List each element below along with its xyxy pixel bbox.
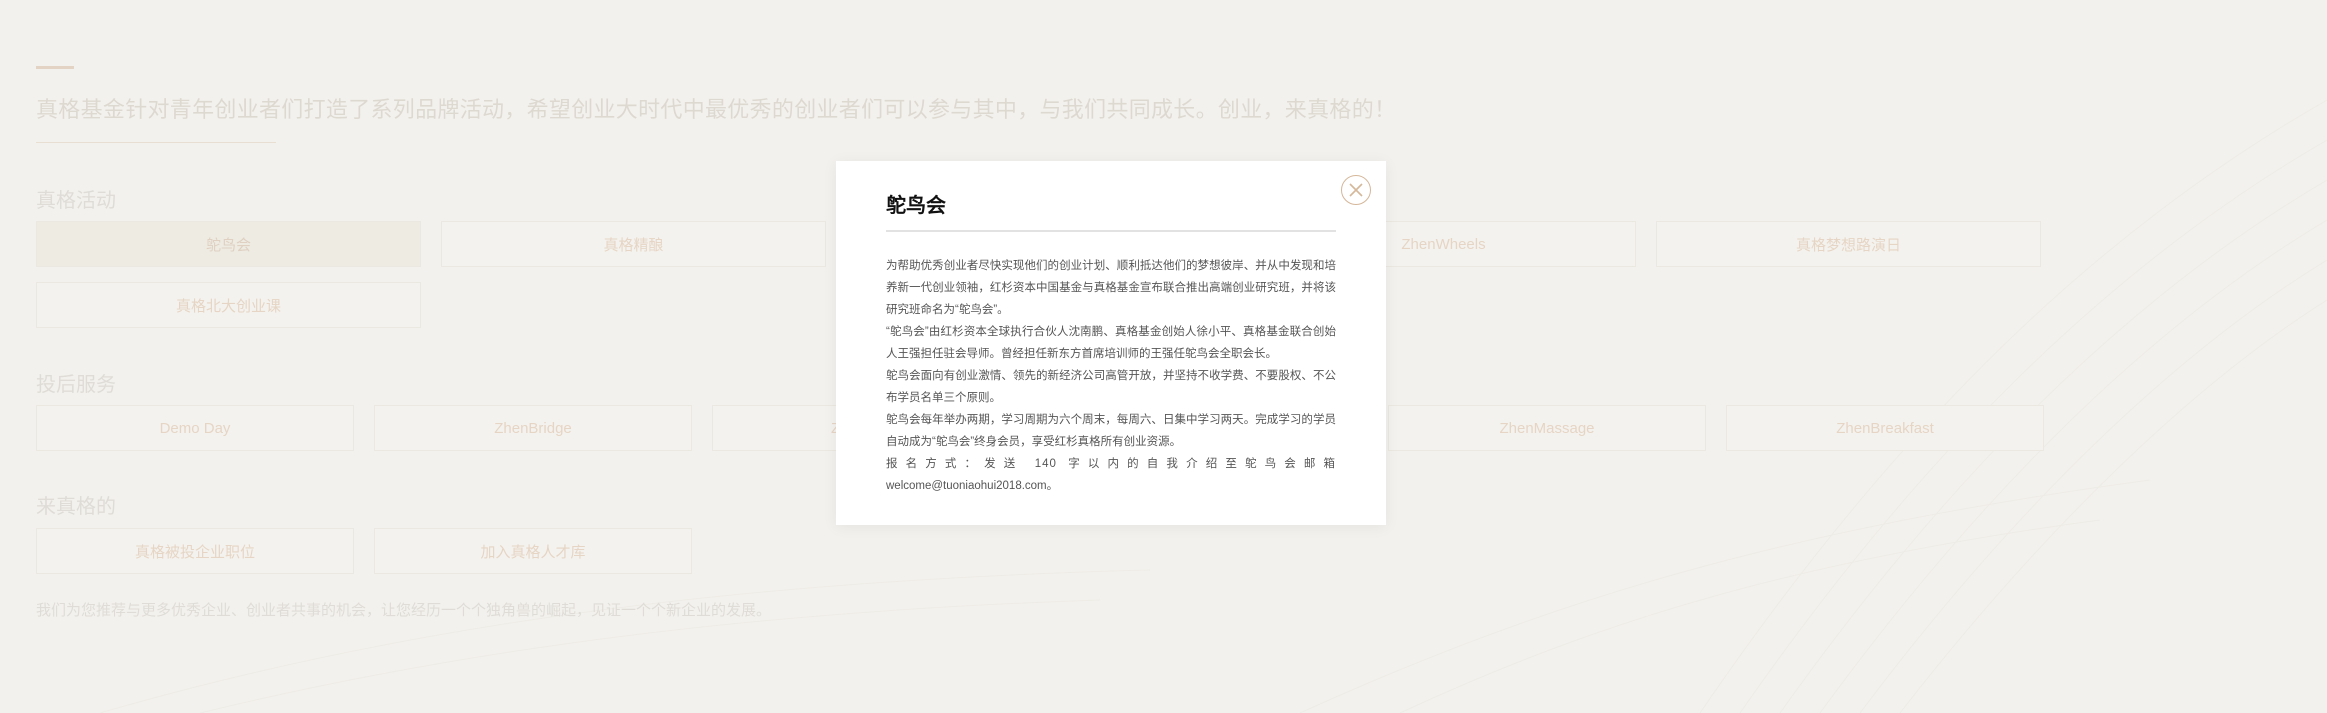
modal-signup-text: 报名方式：发送 140 字以内的自我介绍至鸵鸟会邮箱 (886, 458, 1336, 470)
modal-body: 为帮助优秀创业者尽快实现他们的创业计划、顺利抵达他们的梦想彼岸、并从中发现和培养… (886, 255, 1336, 497)
close-icon[interactable] (1341, 175, 1371, 205)
modal-divider (886, 230, 1336, 232)
modal-email-text: welcome@tuoniaohui2018.com。 (886, 480, 1059, 492)
tuoniaohui-modal: 鸵鸟会 为帮助优秀创业者尽快实现他们的创业计划、顺利抵达他们的梦想彼岸、并从中发… (836, 161, 1386, 525)
modal-paragraph: 为帮助优秀创业者尽快实现他们的创业计划、顺利抵达他们的梦想彼岸、并从中发现和培养… (886, 260, 1336, 316)
modal-paragraph: “鸵鸟会”由红杉资本全球执行合伙人沈南鹏、真格基金创始人徐小平、真格基金联合创始… (886, 326, 1336, 360)
close-x-glyph (1349, 183, 1363, 197)
modal-title: 鸵鸟会 (886, 195, 946, 217)
modal-paragraph: 鸵鸟会面向有创业激情、领先的新经济公司高管开放，并坚持不收学费、不要股权、不公布… (886, 370, 1336, 404)
modal-paragraph: 鸵鸟会每年举办两期，学习周期为六个周末，每周六、日集中学习两天。完成学习的学员自… (886, 414, 1336, 448)
